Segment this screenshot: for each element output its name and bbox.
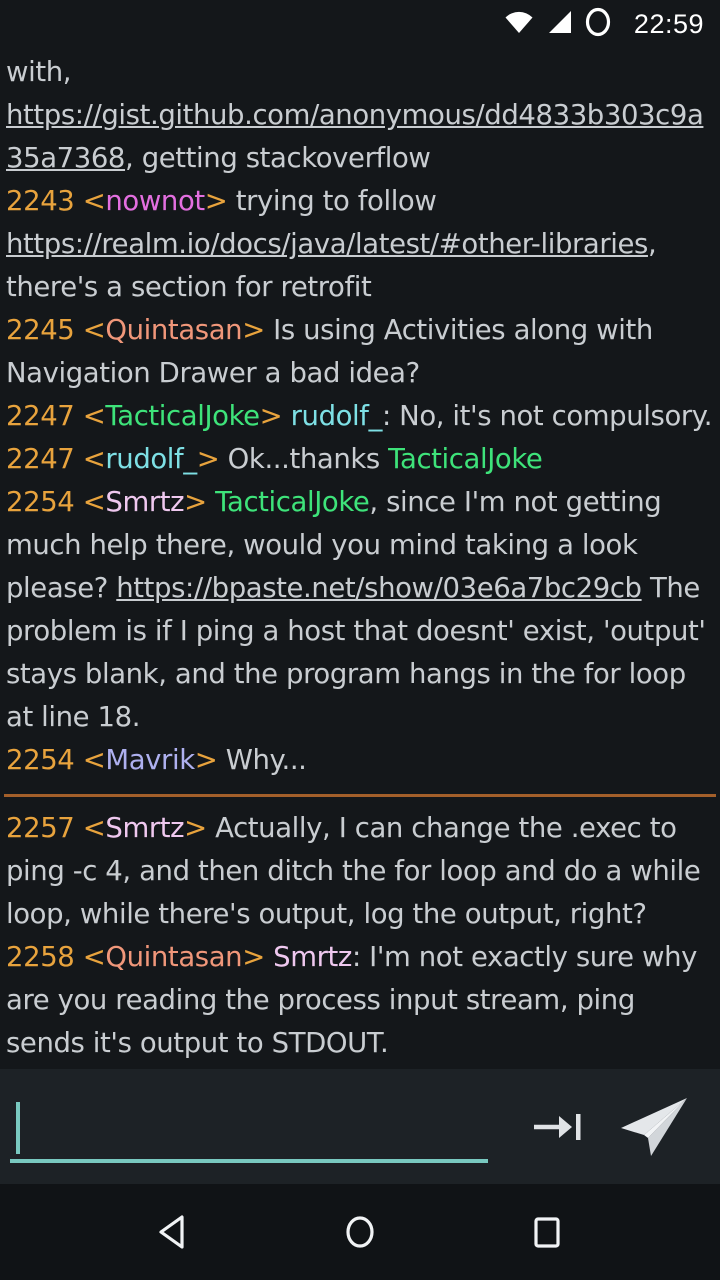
message-link[interactable]: https://bpaste.net/show/03e6a7bc29cb	[116, 572, 642, 604]
nick-bracket-close: >	[204, 185, 236, 217]
text-cursor	[16, 1101, 20, 1154]
message-line[interactable]: 2257 <Smrtz> Actually, I can change the …	[2, 807, 718, 936]
nick-bracket-close: >	[242, 314, 274, 346]
nick-bracket-close: >	[184, 486, 216, 518]
nick-bracket-close: >	[196, 443, 228, 475]
message-mention[interactable]: TacticalJoke	[388, 443, 543, 475]
wifi-icon	[504, 10, 534, 38]
message-timestamp: 2257	[6, 812, 83, 844]
message-nick[interactable]: Smrtz	[105, 486, 184, 518]
send-button[interactable]	[606, 1079, 702, 1175]
status-bar-clock: 22:59	[633, 8, 704, 39]
message-mention[interactable]: TacticalJoke	[215, 486, 370, 518]
tab-complete-button[interactable]	[510, 1079, 606, 1175]
home-icon[interactable]	[312, 1184, 408, 1280]
nick-bracket-open: <	[82, 486, 106, 518]
message-timestamp: 2254	[6, 744, 83, 776]
message-text: : No, it's not compulsory.	[381, 400, 713, 432]
message-nick[interactable]: rudolf_	[105, 443, 197, 475]
message-list[interactable]: compulsory.2241 <rudolf_> The prefix is …	[0, 48, 720, 1069]
android-nav-bar	[0, 1184, 720, 1280]
status-bar-icons: 22:59	[504, 7, 704, 41]
message-timestamp: 2247	[6, 400, 83, 432]
message-line[interactable]: 2254 <Smrtz> TacticalJoke, since I'm not…	[2, 481, 718, 739]
nick-bracket-close: >	[194, 744, 226, 776]
back-icon[interactable]	[125, 1184, 221, 1280]
nick-bracket-open: <	[82, 185, 106, 217]
message-line[interactable]: 2245 <Quintasan> Is using Activities alo…	[2, 309, 718, 395]
message-timestamp: 2247	[6, 443, 83, 475]
nick-bracket-close: >	[259, 400, 291, 432]
nick-bracket-open: <	[82, 443, 106, 475]
nick-bracket-open: <	[82, 400, 106, 432]
battery-ring-icon	[584, 7, 612, 41]
message-text: Ok...thanks	[227, 443, 389, 475]
message-nick[interactable]: Quintasan	[105, 314, 242, 346]
message-text: , getting stackoverflow	[125, 142, 431, 174]
recents-icon[interactable]	[499, 1184, 595, 1280]
message-mention[interactable]: Smrtz	[273, 941, 352, 973]
status-bar: 22:59	[0, 0, 720, 48]
message-input-bar	[0, 1069, 720, 1184]
nick-bracket-open: <	[82, 941, 106, 973]
message-timestamp: 2245	[6, 314, 83, 346]
nick-bracket-open: <	[82, 812, 106, 844]
message-mention[interactable]: rudolf_	[291, 400, 383, 432]
message-nick[interactable]: Mavrik	[105, 744, 195, 776]
unread-divider	[4, 794, 716, 797]
nick-bracket-close: >	[242, 941, 274, 973]
message-line[interactable]: 2247 <rudolf_> Ok...thanks TacticalJoke	[2, 438, 718, 481]
message-nick[interactable]: TacticalJoke	[105, 400, 260, 432]
message-line[interactable]: 2247 <TacticalJoke> rudolf_: No, it's no…	[2, 395, 718, 438]
message-timestamp: 2243	[6, 185, 83, 217]
signal-icon	[546, 10, 572, 38]
message-input[interactable]	[10, 1092, 488, 1163]
message-nick[interactable]: nownot	[105, 185, 205, 217]
message-line[interactable]: 2258 <Quintasan> Smrtz: I'm not exactly …	[2, 936, 718, 1065]
message-line[interactable]: 2243 <nownot> trying to follow https://r…	[2, 180, 718, 309]
message-input-wrapper[interactable]	[10, 1091, 488, 1163]
message-line[interactable]: 2243 <nownot> these are the files I'm wo…	[2, 48, 718, 180]
message-nick[interactable]: Quintasan	[105, 941, 242, 973]
message-timestamp: 2254	[6, 486, 83, 518]
message-link[interactable]: https://realm.io/docs/java/latest/#other…	[6, 228, 648, 260]
nick-bracket-close: >	[184, 812, 216, 844]
message-timestamp: 2258	[6, 941, 83, 973]
message-text: Why...	[225, 744, 307, 776]
message-nick[interactable]: Smrtz	[105, 812, 184, 844]
nick-bracket-open: <	[82, 314, 106, 346]
message-text: trying to follow	[235, 185, 437, 217]
irc-client-screen: 22:59 compulsory.2241 <rudolf_> The pref…	[0, 0, 720, 1280]
message-text: these are the files I'm working with,	[6, 56, 72, 88]
message-line[interactable]: 2254 <Mavrik> Why...	[2, 739, 718, 782]
nick-bracket-open: <	[82, 744, 106, 776]
